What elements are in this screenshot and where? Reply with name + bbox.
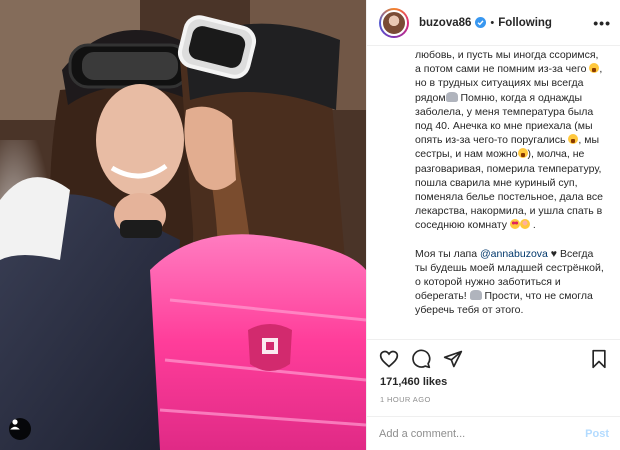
photo-illustration <box>0 0 366 450</box>
caption-segment: Моя ты лапа <box>415 247 480 260</box>
post-header: buzova86 • Following ••• <box>367 0 620 46</box>
heart-icon[interactable] <box>379 349 399 369</box>
caption-segment: любовь, и пусть мы иногда ссоримся, а по… <box>415 49 599 76</box>
bookmark-icon[interactable] <box>589 349 609 369</box>
post-comment-button[interactable]: Post <box>585 428 609 440</box>
heart-eyes-emoji-icon <box>509 219 520 230</box>
avatar[interactable] <box>379 7 409 38</box>
blushing-emoji-icon <box>519 219 530 230</box>
caption-paragraph: Моя ты лапа @annabuzova ♥ Всегда ты буде… <box>415 247 607 318</box>
header-separator: • <box>490 16 495 29</box>
caption-segment: ), молча, не разговаривая, померила темп… <box>415 148 603 232</box>
laughing-emoji-icon <box>568 134 579 145</box>
post-photo[interactable] <box>0 0 366 450</box>
verified-badge-icon <box>475 17 487 28</box>
paper-plane-icon[interactable] <box>443 349 463 369</box>
caption-text: любовь, и пусть мы иногда ссоримся, а по… <box>367 46 620 340</box>
comment-input[interactable] <box>379 427 586 440</box>
caption-segment: . <box>532 219 536 232</box>
laughing-emoji-icon <box>589 63 600 74</box>
praying-hands-emoji-icon <box>445 91 458 102</box>
comment-icon[interactable] <box>411 349 431 369</box>
likes-count[interactable]: 171,460 likes <box>380 376 447 388</box>
praying-hands-emoji-icon <box>469 290 482 301</box>
username-link[interactable]: buzova86 <box>419 17 471 29</box>
more-options-button[interactable]: ••• <box>593 15 611 31</box>
laughing-emoji-icon <box>517 148 528 159</box>
mention-link[interactable]: @annabuzova <box>480 248 548 260</box>
post-side-panel: buzova86 • Following ••• любовь, и пусть… <box>366 0 620 450</box>
user-tag-icon <box>10 419 20 430</box>
user-tags-button[interactable] <box>9 418 31 440</box>
post-timestamp[interactable]: 1 HOUR AGO <box>380 395 431 404</box>
post-actions <box>367 345 620 373</box>
comment-bar: Post <box>367 416 620 450</box>
following-button[interactable]: Following <box>498 17 552 29</box>
caption-paragraph: любовь, и пусть мы иногда ссоримся, а по… <box>415 48 607 233</box>
